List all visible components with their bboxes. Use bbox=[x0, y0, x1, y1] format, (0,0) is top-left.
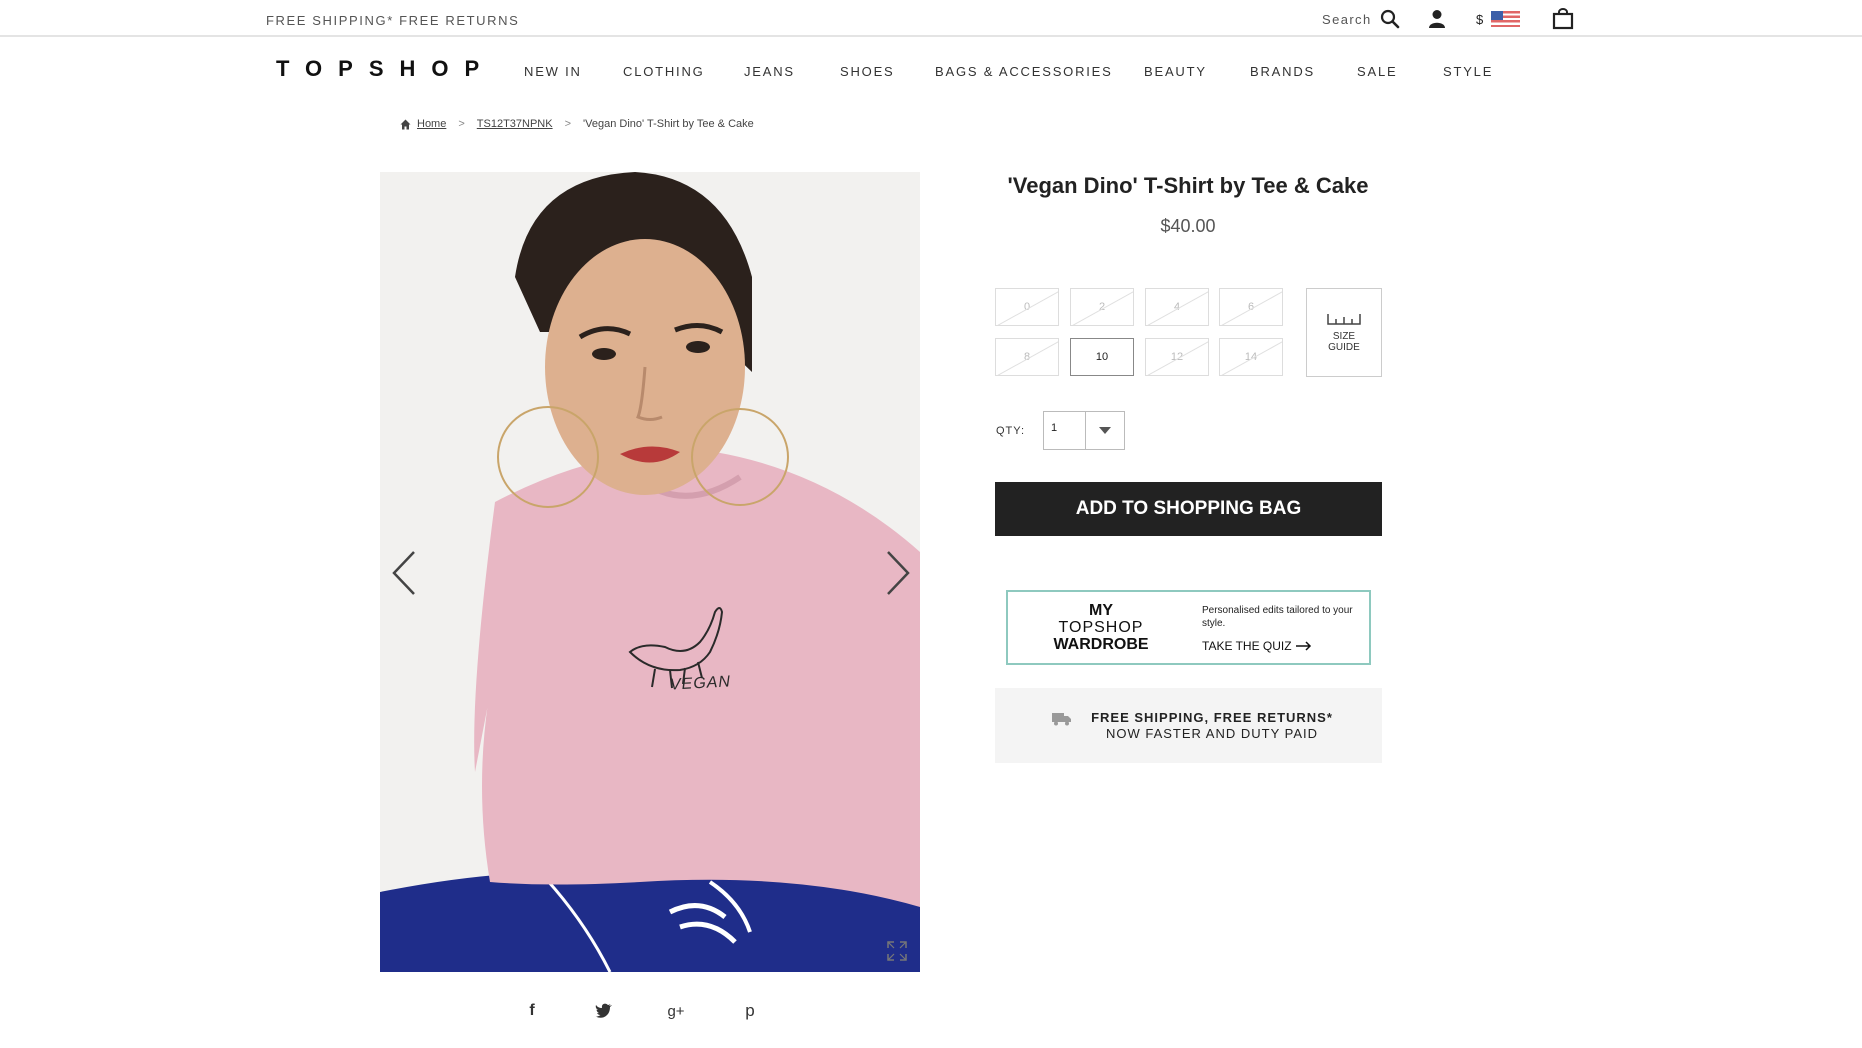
caret-down-icon bbox=[1099, 426, 1111, 434]
add-to-bag-button[interactable]: ADD TO SHOPPING BAG bbox=[995, 482, 1382, 536]
shopping-bag-button[interactable] bbox=[1552, 8, 1574, 30]
my-topshop-wardrobe-promo[interactable]: MY TOPSHOP WARDROBE Personalised edits t… bbox=[1006, 590, 1371, 665]
product-title: 'Vegan Dino' T-Shirt by Tee & Cake bbox=[1007, 173, 1369, 198]
currency-selector[interactable]: $ bbox=[1476, 8, 1521, 30]
shipping-banner-title: FREE SHIPPING, FREE RETURNS* bbox=[1091, 710, 1333, 725]
breadcrumb-home[interactable]: Home bbox=[417, 118, 446, 130]
product-price: $40.00 bbox=[1160, 216, 1216, 236]
size-option[interactable]: 8 bbox=[995, 338, 1059, 376]
search-link[interactable]: Search bbox=[1322, 8, 1400, 30]
size-label: 10 bbox=[1095, 351, 1109, 363]
size-label: 0 bbox=[1023, 301, 1031, 313]
user-icon bbox=[1429, 10, 1445, 28]
google-plus-icon: g+ bbox=[667, 1002, 685, 1020]
next-image-button[interactable] bbox=[880, 545, 916, 601]
quantity-label: QTY: bbox=[996, 425, 1026, 437]
nav-jeans[interactable]: JEANS bbox=[744, 64, 795, 79]
google-plus-share[interactable]: g+ bbox=[664, 999, 688, 1023]
facebook-share[interactable]: f bbox=[520, 999, 544, 1023]
product-image[interactable]: VEGAN bbox=[380, 172, 920, 972]
size-guide-label: SIZE GUIDE bbox=[1328, 330, 1360, 353]
breadcrumb-product-code[interactable]: TS12T37NPNK bbox=[477, 118, 553, 130]
bag-icon bbox=[1552, 8, 1574, 30]
twitter-share[interactable] bbox=[592, 999, 616, 1023]
wardrobe-logo-line: MY bbox=[1089, 602, 1113, 619]
quantity-select[interactable]: 1 bbox=[1043, 411, 1125, 450]
us-flag-icon bbox=[1491, 11, 1521, 27]
take-quiz-link[interactable]: TAKE THE QUIZ bbox=[1202, 639, 1312, 653]
size-option[interactable]: 4 bbox=[1145, 288, 1209, 326]
size-label: 6 bbox=[1247, 301, 1255, 313]
pinterest-icon: p bbox=[745, 1001, 755, 1020]
pinterest-share[interactable]: p bbox=[738, 999, 762, 1023]
nav-brands[interactable]: BRANDS bbox=[1250, 64, 1315, 79]
utility-bar: FREE SHIPPING* FREE RETURNS Search $ bbox=[0, 0, 1862, 37]
nav-shoes[interactable]: SHOES bbox=[840, 64, 895, 79]
size-label: 2 bbox=[1098, 301, 1106, 313]
breadcrumb-current: 'Vegan Dino' T-Shirt by Tee & Cake bbox=[583, 118, 754, 130]
size-label: 4 bbox=[1173, 301, 1181, 313]
nav-sale[interactable]: SALE bbox=[1357, 64, 1397, 79]
size-label: 8 bbox=[1023, 351, 1031, 363]
size-option[interactable]: 14 bbox=[1219, 338, 1283, 376]
breadcrumb-separator: > bbox=[564, 118, 572, 130]
size-option[interactable]: 2 bbox=[1070, 288, 1134, 326]
chevron-left-icon bbox=[392, 551, 415, 595]
size-option[interactable]: 6 bbox=[1219, 288, 1283, 326]
search-label: Search bbox=[1322, 11, 1372, 27]
truck-icon bbox=[1052, 713, 1071, 726]
wardrobe-logo-line: WARDROBE bbox=[1053, 636, 1149, 653]
size-label: 14 bbox=[1244, 351, 1258, 363]
size-guide-button[interactable]: SIZE GUIDE bbox=[1306, 288, 1382, 377]
account-button[interactable] bbox=[1428, 8, 1446, 30]
size-label: 12 bbox=[1170, 351, 1184, 363]
twitter-icon bbox=[595, 1003, 612, 1018]
nav-new-in[interactable]: NEW IN bbox=[524, 64, 582, 79]
size-option-selected[interactable]: 10 bbox=[1070, 338, 1134, 376]
previous-image-button[interactable] bbox=[386, 545, 422, 601]
nav-style[interactable]: STYLE bbox=[1443, 64, 1493, 79]
ruler-icon bbox=[1327, 313, 1361, 325]
nav-beauty[interactable]: BEAUTY bbox=[1144, 64, 1207, 79]
quantity-dropdown[interactable] bbox=[1086, 412, 1124, 449]
search-icon bbox=[1380, 9, 1399, 29]
arrow-right-icon bbox=[1295, 641, 1311, 651]
quantity-value: 1 bbox=[1044, 412, 1086, 449]
breadcrumb-separator: > bbox=[458, 118, 465, 130]
shirt-print-text: VEGAN bbox=[669, 673, 732, 694]
wardrobe-description: Personalised edits tailored to your styl… bbox=[1202, 605, 1353, 629]
wardrobe-logo-line: TOPSHOP bbox=[1058, 619, 1144, 636]
facebook-icon: f bbox=[529, 1002, 535, 1019]
breadcrumb: Home > TS12T37NPNK > 'Vegan Dino' T-Shir… bbox=[400, 118, 754, 130]
size-option[interactable]: 12 bbox=[1145, 338, 1209, 376]
home-icon bbox=[400, 119, 411, 129]
expand-icon bbox=[887, 941, 907, 961]
shipping-banner-subtitle: NOW FASTER AND DUTY PAID bbox=[1105, 726, 1319, 741]
free-shipping-note: FREE SHIPPING* FREE RETURNS bbox=[266, 13, 520, 28]
topshop-logo[interactable]: TOPSHOP bbox=[276, 56, 495, 82]
take-quiz-label: TAKE THE QUIZ bbox=[1202, 639, 1292, 653]
shipping-banner: FREE SHIPPING, FREE RETURNS* NOW FASTER … bbox=[995, 688, 1382, 763]
size-option[interactable]: 0 bbox=[995, 288, 1059, 326]
expand-image-button[interactable] bbox=[886, 940, 908, 967]
nav-bags-accessories[interactable]: BAGS & ACCESSORIES bbox=[935, 64, 1113, 79]
nav-clothing[interactable]: CLOTHING bbox=[623, 64, 705, 79]
wardrobe-logo: MY TOPSHOP WARDROBE bbox=[1036, 602, 1166, 653]
chevron-right-icon bbox=[887, 551, 910, 595]
currency-symbol: $ bbox=[1476, 11, 1484, 27]
